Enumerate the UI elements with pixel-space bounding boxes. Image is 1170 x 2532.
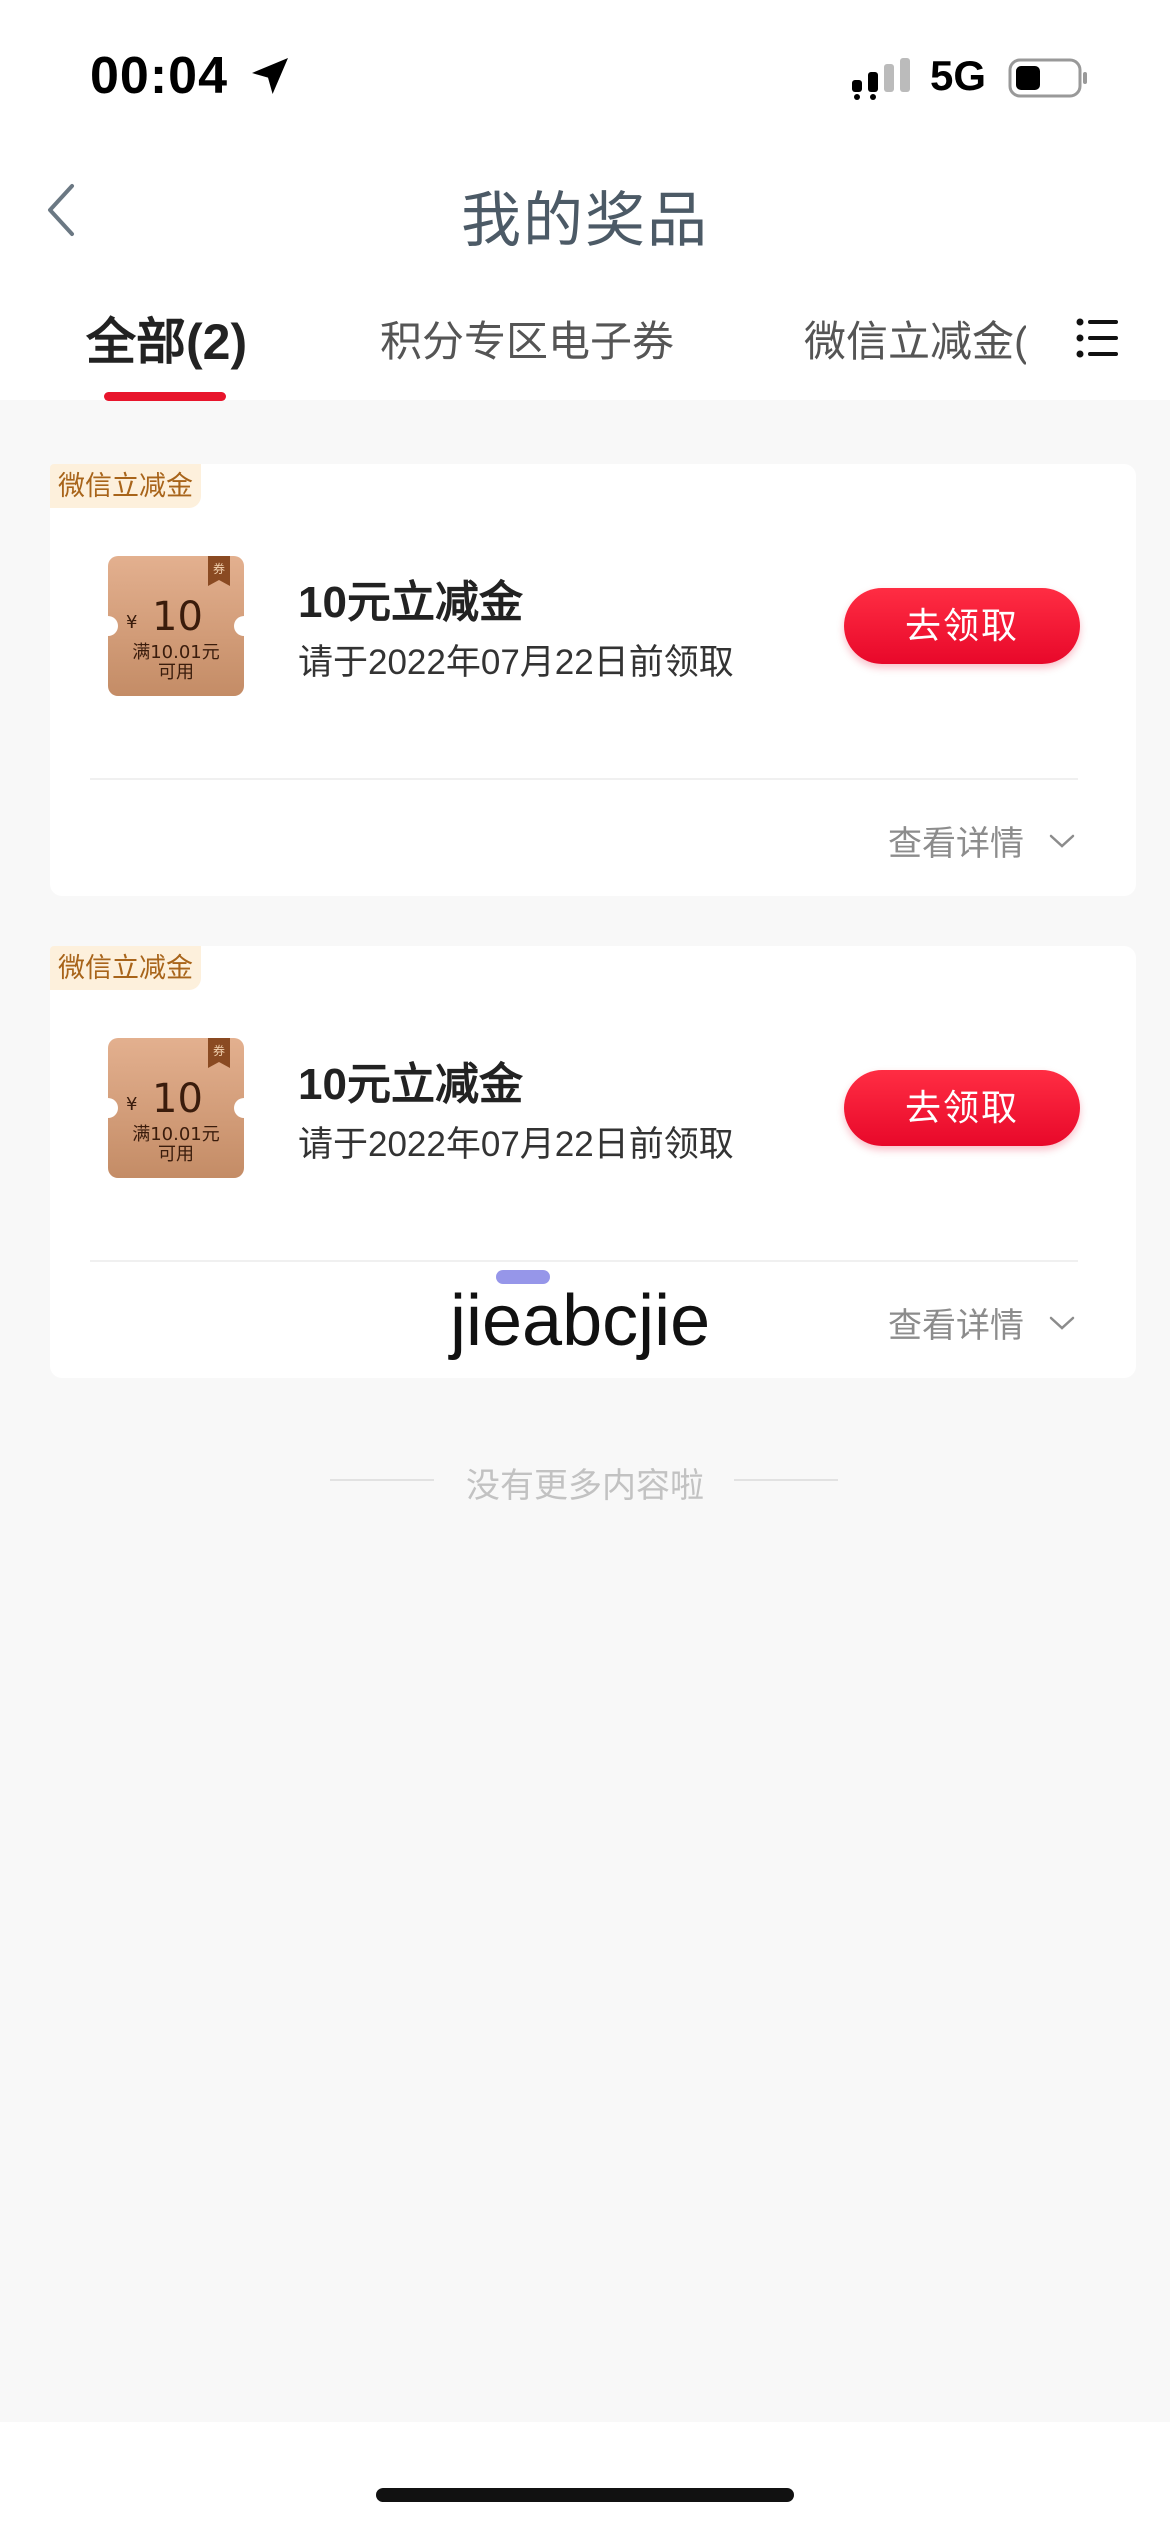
chevron-down-icon [1049, 834, 1075, 848]
location-arrow-icon [252, 58, 288, 94]
active-tab-indicator [104, 392, 226, 401]
signal-strength-icon [852, 58, 910, 100]
end-of-list-text: 没有更多内容啦 [466, 1467, 704, 1505]
view-details-link[interactable]: 查看详情 [888, 816, 1076, 865]
card-divider [90, 1260, 1078, 1262]
voucher-amount: 10 [152, 1076, 203, 1122]
voucher-condition-usable: 可用 [158, 662, 194, 683]
voucher-badge: 券 [213, 1043, 225, 1058]
prize-deadline: 请于2022年07月22日前领取 [298, 643, 734, 682]
voucher-thumbnail: 券 ¥ 10 满10.01元 可用 [108, 556, 244, 696]
status-bar: 00:04 5G [0, 0, 1170, 150]
battery-icon [1008, 58, 1087, 98]
tab-all[interactable]: 全部(2) [86, 302, 247, 374]
claim-button[interactable]: 去领取 [844, 588, 1080, 664]
tab-wechat-discount[interactable]: 微信立减金(2 [804, 308, 1026, 369]
voucher-badge: 券 [213, 561, 225, 576]
prize-deadline: 请于2022年07月22日前领取 [298, 1125, 734, 1164]
end-divider-right [734, 1479, 838, 1481]
voucher-condition-usable: 可用 [158, 1144, 194, 1165]
end-of-list: 没有更多内容啦 [0, 1454, 1170, 1505]
status-time: 00:04 [90, 47, 228, 105]
claim-button[interactable]: 去领取 [844, 1070, 1080, 1146]
prize-type-tag: 微信立减金 [50, 946, 201, 990]
chevron-down-icon [1049, 1316, 1075, 1330]
home-area [0, 2422, 1170, 2532]
prize-title: 10元立减金 [298, 1060, 523, 1109]
view-details-label: 查看详情 [888, 1307, 1024, 1345]
card-divider [90, 778, 1078, 780]
voucher-thumbnail: 券 ¥ 10 满10.01元 可用 [108, 1038, 244, 1178]
home-indicator[interactable] [376, 2488, 794, 2502]
voucher-currency: ¥ [126, 612, 137, 633]
view-details-link[interactable]: 查看详情 [888, 1298, 1076, 1347]
list-menu-icon[interactable] [1076, 318, 1118, 358]
network-type: 5G [930, 52, 987, 99]
page-title: 我的奖品 [461, 187, 709, 254]
prize-card: 微信立减金 券 ¥ 10 满10.01元 可用 10元立减金 请于2022年07… [50, 464, 1136, 896]
voucher-amount: 10 [152, 594, 203, 640]
voucher-currency: ¥ [126, 1094, 137, 1115]
watermark-text: jieabcjie [450, 1281, 711, 1361]
voucher-condition: 满10.01元 [132, 1124, 220, 1145]
prize-title: 10元立减金 [298, 578, 523, 627]
tab-points-vouchers[interactable]: 积分专区电子券 [380, 308, 674, 369]
voucher-condition: 满10.01元 [132, 642, 220, 663]
view-details-label: 查看详情 [888, 825, 1024, 863]
prize-type-tag: 微信立减金 [50, 464, 201, 508]
